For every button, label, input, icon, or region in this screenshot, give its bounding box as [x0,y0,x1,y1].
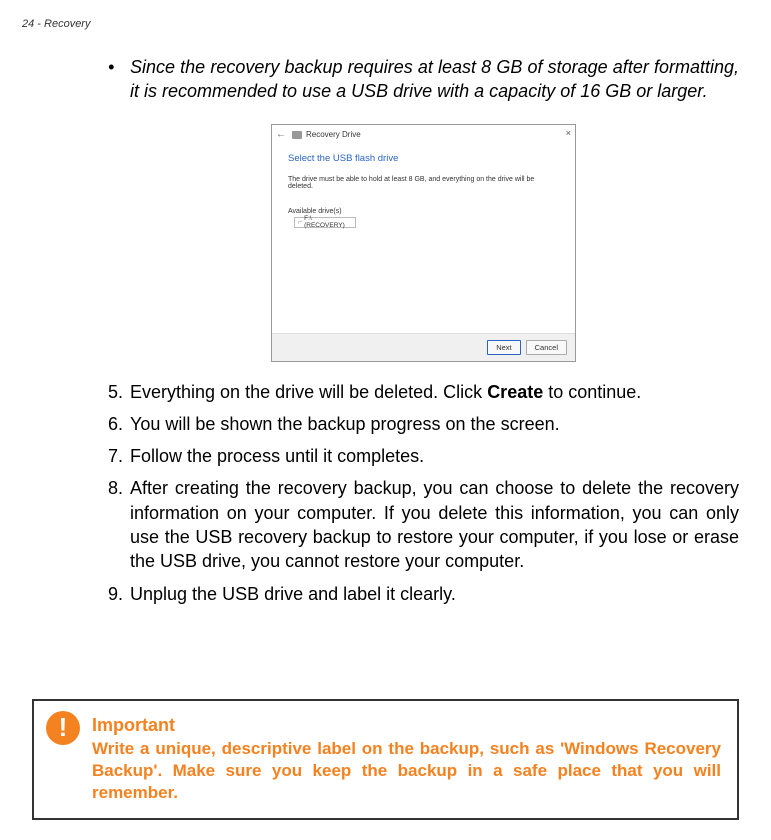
back-arrow-icon[interactable]: ← [276,129,286,140]
step-text: Follow the process until it completes. [130,444,739,468]
main-content: • Since the recovery backup requires at … [0,30,771,606]
exclamation-icon: ! [46,711,80,745]
step-number: 9. [108,582,130,606]
step-5-prefix: Everything on the drive will be deleted.… [130,382,487,402]
step-number: 7. [108,444,130,468]
step-number: 6. [108,412,130,436]
step-6: 6. You will be shown the backup progress… [108,412,739,436]
step-text: You will be shown the backup progress on… [130,412,739,436]
dialog-titlebar: ← Recovery Drive × [272,125,575,145]
step-text: Unplug the USB drive and label it clearl… [130,582,739,606]
dialog-instruction: The drive must be able to hold at least … [288,176,559,190]
recovery-drive-dialog: ← Recovery Drive × Select the USB flash … [271,124,576,362]
dialog-body: Select the USB flash drive The drive mus… [272,145,575,228]
bullet-item: • Since the recovery backup requires at … [108,55,739,104]
cancel-button[interactable]: Cancel [526,340,567,355]
close-icon[interactable]: × [566,128,571,138]
dialog-screenshot-container: ← Recovery Drive × Select the USB flash … [108,124,739,362]
drive-list-item[interactable]: F:\ (RECOVERY) [304,215,352,229]
step-7: 7. Follow the process until it completes… [108,444,739,468]
step-9: 9. Unplug the USB drive and label it cle… [108,582,739,606]
step-number: 5. [108,380,130,404]
drive-icon [292,131,302,139]
dialog-title: Recovery Drive [306,130,361,139]
drive-list[interactable]: ⌐ F:\ (RECOVERY) [294,217,356,228]
bullet-text: Since the recovery backup requires at le… [130,55,739,104]
page-header: 24 - Recovery [0,0,771,30]
dialog-heading: Select the USB flash drive [288,153,559,164]
step-text: After creating the recovery backup, you … [130,476,739,573]
step-5-bold: Create [487,382,543,402]
tree-icon: ⌐ [298,219,302,226]
important-callout: ! Important Write a unique, descriptive … [32,699,739,820]
available-drives-label: Available drive(s) [288,208,559,215]
step-number: 8. [108,476,130,573]
step-5-suffix: to continue. [543,382,641,402]
step-5: 5. Everything on the drive will be delet… [108,380,739,404]
step-text: Everything on the drive will be deleted.… [130,380,739,404]
step-8: 8. After creating the recovery backup, y… [108,476,739,573]
important-heading: Important [92,715,721,736]
bullet-dot: • [108,55,130,104]
important-text: Write a unique, descriptive label on the… [92,738,721,804]
next-button[interactable]: Next [487,340,520,355]
dialog-footer: Next Cancel [272,333,575,361]
